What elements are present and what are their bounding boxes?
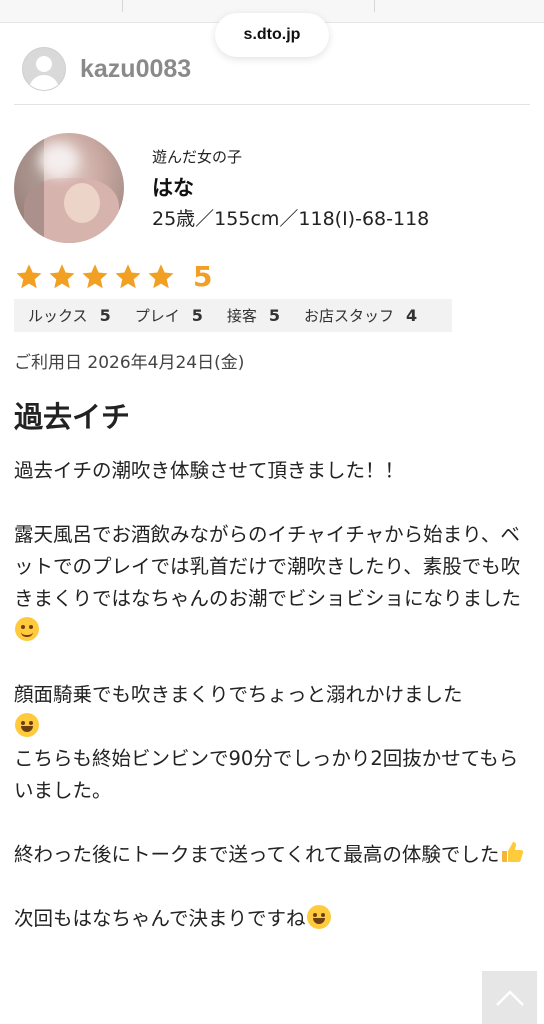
scroll-to-top-button[interactable] <box>482 971 537 1024</box>
rating-value: 5 <box>193 260 213 293</box>
subscore-value: 5 <box>99 306 111 325</box>
subscore-label: プレイ <box>134 307 180 325</box>
star-icon <box>80 262 110 292</box>
reviewer-row[interactable]: kazu0083 <box>22 47 191 91</box>
girl-name[interactable]: はな <box>152 172 429 200</box>
url-pill[interactable]: s.dto.jp <box>215 13 329 57</box>
subscore-label: 接客 <box>226 307 257 325</box>
girl-info: 遊んだ女の子 はな 25歳／155cm／118(I)-68-118 <box>152 146 429 231</box>
star-icon <box>146 262 176 292</box>
laughing-emoji-icon <box>306 905 331 929</box>
subscore-looks: ルックス 5 <box>28 305 121 326</box>
divider <box>14 104 530 105</box>
subscore-play: プレイ 5 <box>135 305 213 326</box>
chevron-up-icon <box>495 989 524 1006</box>
star-rating <box>14 262 179 292</box>
strip-divider <box>374 0 375 12</box>
url-text: s.dto.jp <box>243 26 301 43</box>
strip-divider <box>122 0 123 12</box>
subscore-value: 5 <box>191 306 203 325</box>
review-page: s.dto.jp kazu0083 遊んだ女の子 はな 25歳／155cm／11… <box>0 0 544 1024</box>
review-body: 過去イチの潮吹き体験させて頂きました！！ 露天風呂でお酒飲みながらのイチャイチャ… <box>14 455 530 967</box>
subscores-bar: ルックス 5 プレイ 5 接客 5 お店スタッフ 4 <box>14 299 452 332</box>
subscore-label: お店スタッフ <box>304 307 395 325</box>
thumbs-up-emoji-icon <box>499 839 525 865</box>
star-icon <box>113 262 143 292</box>
review-title: 過去イチ <box>14 400 131 434</box>
smiling-blush-emoji-icon <box>15 617 39 641</box>
grinning-emoji-icon <box>15 713 39 737</box>
review-paragraph: 終わった後にトークまで送ってくれて最高の体験でした <box>14 839 530 871</box>
user-avatar-icon <box>22 47 66 91</box>
review-paragraph: 次回もはなちゃんで決まりですね <box>14 903 530 935</box>
star-icon <box>14 262 44 292</box>
review-paragraph: 過去イチの潮吹き体験させて頂きました！！ <box>14 459 405 482</box>
subscore-value: 4 <box>406 306 418 325</box>
visit-date: ご利用日 2026年4月24日(金) <box>14 353 245 373</box>
subscore-staff: お店スタッフ 4 <box>304 305 427 326</box>
subscore-service: 接客 5 <box>227 305 290 326</box>
girl-caption: 遊んだ女の子 <box>152 148 243 166</box>
girl-stats: 25歳／155cm／118(I)-68-118 <box>152 208 430 230</box>
reviewer-username[interactable]: kazu0083 <box>80 55 191 84</box>
rating-row: 5 <box>14 260 212 293</box>
subscore-value: 5 <box>268 306 281 325</box>
review-paragraph: 顔面騎乗でも吹きまくりでちょっと溺れかけました こちらも終始ビンビンで90分でしっ… <box>14 683 519 802</box>
star-icon <box>47 262 77 292</box>
subscore-label: ルックス <box>28 307 88 325</box>
review-paragraph: 露天風呂でお酒飲みながらのイチャイチャから始まり、ベットでのプレイでは乳首だけで… <box>14 519 530 647</box>
girl-avatar[interactable] <box>14 133 124 243</box>
